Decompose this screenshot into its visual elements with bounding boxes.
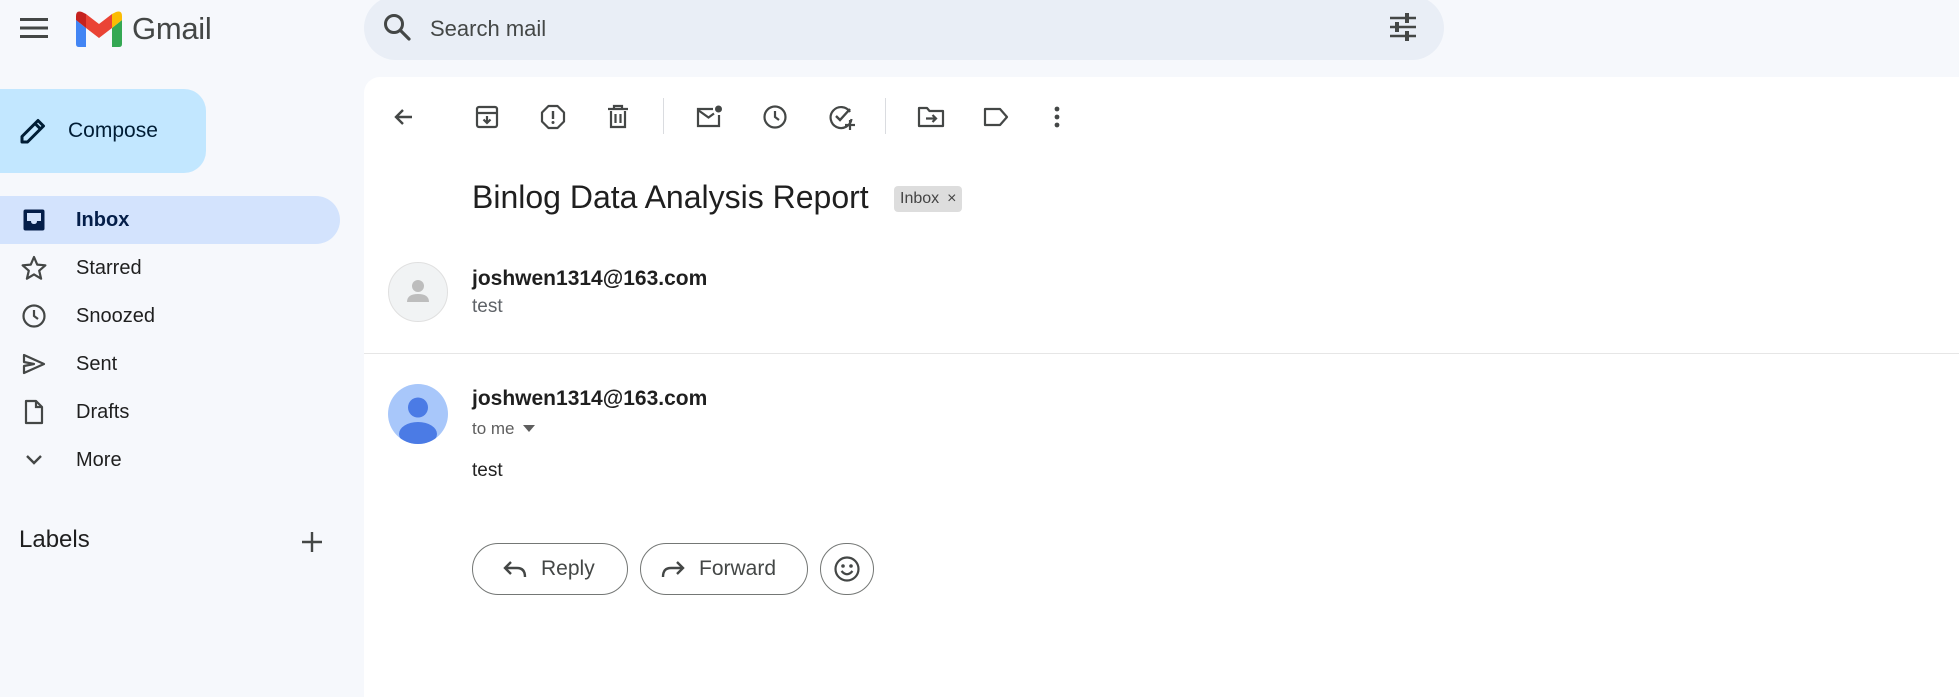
compose-label: Compose [68, 119, 158, 142]
person-icon [388, 384, 448, 444]
back-button[interactable] [384, 97, 424, 137]
sidebar-item-inbox[interactable]: Inbox [0, 196, 340, 244]
inbox-icon [20, 208, 48, 232]
label-chip-text: Inbox [900, 190, 940, 207]
sidebar-item-label: Starred [76, 256, 142, 279]
search-input[interactable]: Search mail [430, 16, 546, 42]
sidebar-item-starred[interactable]: Starred [0, 244, 340, 292]
email-subject: Binlog Data Analysis Report [472, 179, 869, 215]
recipient-details-toggle[interactable]: to me [472, 419, 535, 439]
emoji-icon [833, 555, 861, 583]
caret-down-icon [522, 425, 535, 433]
reply-label: Reply [541, 557, 595, 580]
search-options-icon[interactable] [1388, 12, 1418, 42]
report-spam-icon [540, 104, 566, 130]
report-spam-button[interactable] [533, 97, 573, 137]
archive-button[interactable] [467, 97, 507, 137]
recipient-text: to me [472, 419, 515, 438]
message-body: test [472, 460, 503, 481]
snooze-icon [762, 104, 788, 130]
search-icon[interactable] [382, 12, 412, 42]
sidebar-item-label: Drafts [76, 400, 130, 423]
pencil-icon [18, 116, 48, 146]
labels-heading: Labels [19, 526, 90, 553]
main-menu-button[interactable] [14, 8, 54, 48]
search-bar[interactable]: Search mail [364, 0, 1444, 60]
menu-icon [20, 17, 48, 39]
sidebar-item-label: Snoozed [76, 304, 155, 327]
person-icon [389, 263, 447, 321]
sidebar-item-label: Sent [76, 352, 118, 375]
more-vert-icon [1053, 105, 1061, 129]
remove-label-button[interactable]: × [947, 190, 956, 208]
message-snippet[interactable]: test [472, 296, 503, 318]
sender-name[interactable]: joshwen1314@163.com [472, 387, 707, 411]
message-divider [364, 353, 1959, 354]
snooze-button[interactable] [755, 97, 795, 137]
label-button[interactable] [976, 97, 1016, 137]
sidebar-item-label: Inbox [76, 208, 130, 231]
message-view: Binlog Data Analysis Report Inbox × josh… [364, 77, 1959, 697]
emoji-reaction-button[interactable] [820, 543, 874, 595]
sidebar-item-more[interactable]: More [0, 436, 340, 484]
forward-button[interactable]: Forward [640, 543, 808, 595]
add-to-tasks-button[interactable] [822, 97, 862, 137]
add-to-tasks-icon [828, 103, 856, 131]
move-to-button[interactable] [911, 97, 951, 137]
send-icon [20, 351, 48, 377]
reply-button[interactable]: Reply [472, 543, 628, 595]
archive-icon [474, 104, 500, 130]
mark-unread-button[interactable] [689, 97, 729, 137]
label-icon [982, 105, 1010, 129]
app-name: Gmail [132, 11, 212, 46]
star-icon [20, 255, 48, 281]
move-to-icon [917, 105, 945, 129]
sidebar-item-sent[interactable]: Sent [0, 340, 340, 388]
avatar[interactable] [388, 384, 448, 444]
gmail-logo[interactable]: Gmail [76, 8, 212, 50]
forward-label: Forward [699, 557, 777, 580]
gmail-m-icon [76, 11, 122, 47]
delete-button[interactable] [598, 97, 638, 137]
sidebar-item-snoozed[interactable]: Snoozed [0, 292, 340, 340]
create-label-button[interactable] [296, 526, 328, 558]
sender-name[interactable]: joshwen1314@163.com [472, 267, 707, 291]
more-options-button[interactable] [1037, 97, 1077, 137]
toolbar-divider [663, 98, 664, 134]
compose-button[interactable]: Compose [0, 89, 206, 173]
draft-icon [20, 399, 48, 425]
mark-unread-icon [695, 104, 723, 130]
plus-icon [301, 531, 323, 553]
clock-icon [20, 303, 48, 329]
chevron-down-icon [20, 449, 48, 471]
back-arrow-icon [392, 105, 416, 129]
reply-icon [503, 559, 527, 579]
delete-icon [606, 104, 630, 130]
sidebar-item-label: More [76, 448, 122, 471]
sidebar-item-drafts[interactable]: Drafts [0, 388, 340, 436]
label-chip[interactable]: Inbox × [894, 186, 963, 212]
avatar[interactable] [388, 262, 448, 322]
forward-icon [661, 559, 685, 579]
toolbar-divider [885, 98, 886, 134]
